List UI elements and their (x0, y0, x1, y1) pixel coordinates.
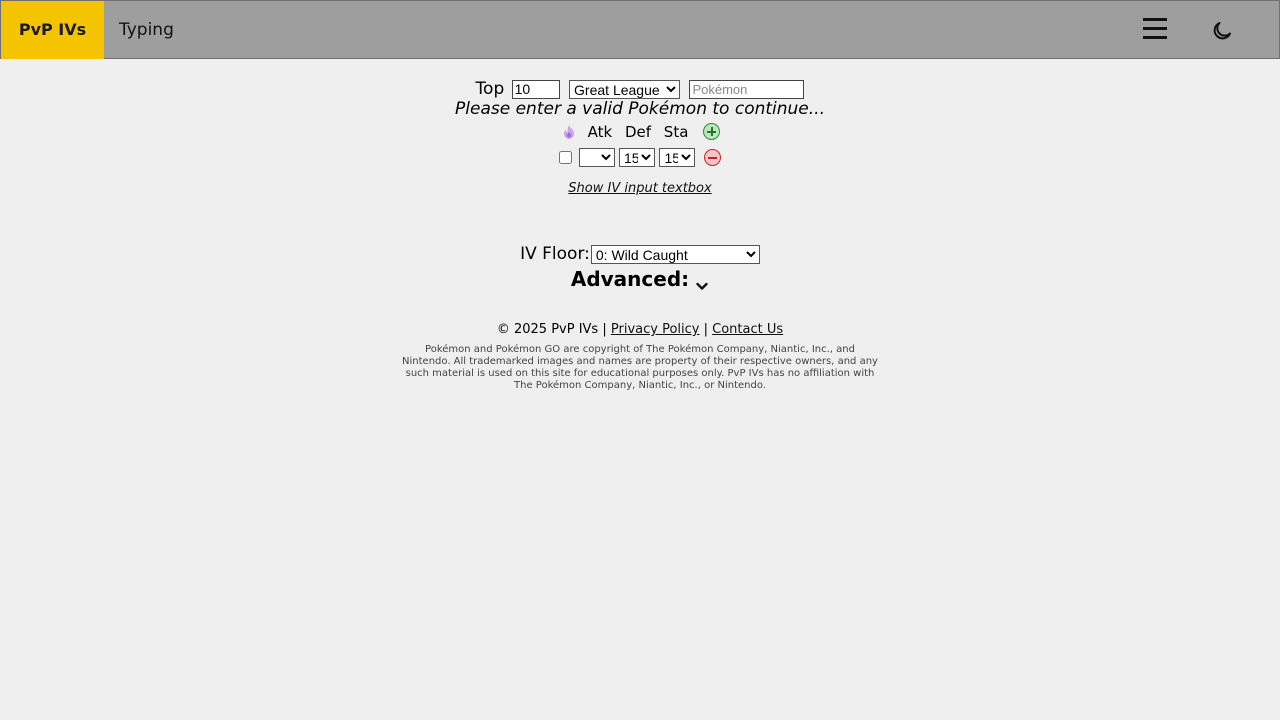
def-select[interactable]: 15 (619, 148, 655, 167)
chevron-down-icon[interactable] (695, 274, 709, 290)
top-label: Top (475, 79, 505, 99)
shadow-flame-icon[interactable] (560, 123, 578, 141)
iv-floor-row: IV Floor: 0: Wild Caught (0, 244, 1280, 264)
top-count-input[interactable] (511, 79, 560, 99)
brand-logo[interactable]: PvP IVs (1, 1, 104, 59)
legal-disclaimer: Pokémon and Pokémon GO are copyright of … (402, 344, 878, 391)
def-header: Def (624, 122, 652, 141)
sta-header: Sta (663, 122, 689, 141)
atk-select[interactable] (578, 148, 615, 167)
remove-row-button[interactable] (703, 149, 721, 166)
iv-input-row: 15 15 (0, 148, 1280, 167)
nav-link-typing[interactable]: Typing (119, 1, 174, 59)
footer-links: © 2025 PvP IVs | Privacy Policy | Contac… (0, 322, 1280, 337)
search-row: Top Great League (0, 79, 1280, 99)
navbar: PvP IVs Typing (0, 0, 1280, 59)
row-checkbox[interactable] (559, 151, 573, 164)
copyright-text: © 2025 PvP IVs (496, 322, 599, 337)
advanced-toggle[interactable]: Advanced: (0, 267, 1280, 291)
textbox-toggle-row: Show IV input textbox (0, 181, 1280, 196)
status-message: Please enter a valid Pokémon to continue… (455, 99, 825, 119)
footer-separator: | (602, 322, 607, 337)
iv-floor-label: IV Floor: (520, 244, 590, 264)
show-iv-textbox-link[interactable]: Show IV input textbox (568, 181, 711, 196)
footer-separator: | (703, 322, 709, 337)
sta-select[interactable]: 15 (659, 148, 696, 167)
advanced-label: Advanced: (570, 267, 690, 291)
league-select[interactable]: Great League (569, 79, 681, 99)
hamburger-menu-icon[interactable] (1143, 18, 1167, 42)
add-row-button[interactable] (703, 123, 721, 140)
moon-icon[interactable] (1210, 19, 1234, 43)
atk-header: Atk (587, 122, 613, 141)
iv-floor-select[interactable]: 0: Wild Caught (590, 244, 760, 264)
iv-header-row: Atk Def Sta (0, 122, 1280, 141)
privacy-policy-link[interactable]: Privacy Policy (611, 322, 700, 337)
pokemon-input[interactable] (689, 79, 805, 99)
contact-us-link[interactable]: Contact Us (712, 322, 783, 337)
